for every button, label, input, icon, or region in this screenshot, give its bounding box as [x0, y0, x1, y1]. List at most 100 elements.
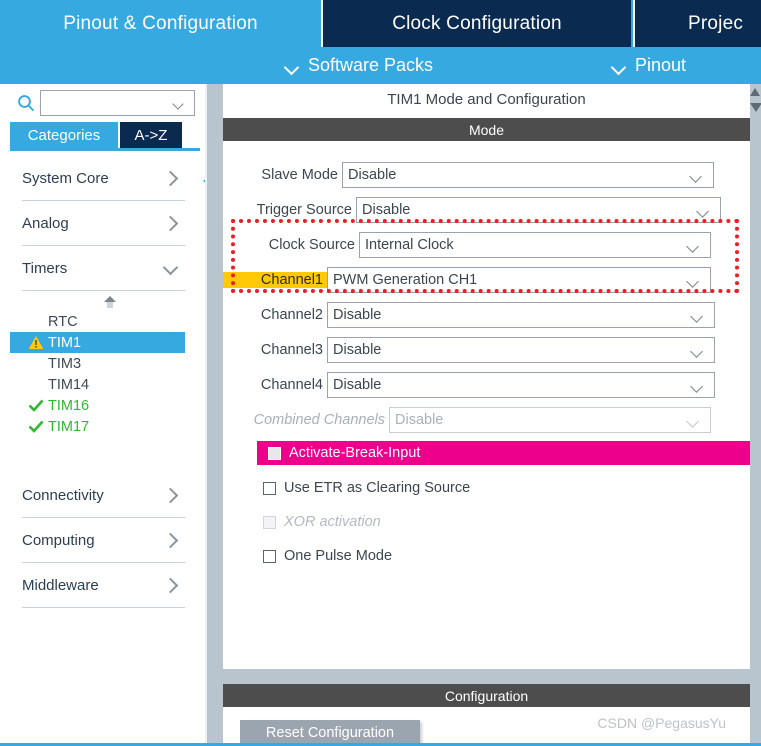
sidebar-item-middleware[interactable]: Middleware: [22, 563, 185, 608]
field-label: Clock Source: [268, 237, 355, 253]
list-item-tim14[interactable]: TIM14: [22, 374, 185, 395]
category-label: Analog: [22, 214, 69, 232]
menu-software-packs[interactable]: Software Packs: [286, 47, 433, 84]
peripheral-label: TIM14: [48, 376, 90, 393]
sub-menu-bar: Software Packs Pinout: [0, 47, 761, 84]
checkbox-box[interactable]: [268, 446, 281, 460]
section-header-mode: Mode: [223, 118, 750, 141]
dropdown-value: Disable: [395, 412, 444, 428]
checkbox-box[interactable]: [263, 549, 276, 563]
sidebar-view-tabs: Categories A->Z: [10, 122, 190, 148]
field-label: Channel4: [260, 377, 323, 393]
field-slave-mode: Slave Mode Disable: [223, 161, 714, 189]
panel-divider: [223, 669, 750, 684]
field-label: Trigger Source: [256, 202, 352, 218]
search-input[interactable]: [40, 90, 195, 116]
peripheral-label: RTC: [48, 313, 78, 330]
app-root: Pinout & Configuration Clock Configurati…: [0, 0, 761, 746]
category-label: Connectivity: [22, 486, 104, 504]
tab-project-manager[interactable]: Projec: [633, 0, 761, 47]
list-item-rtc[interactable]: RTC: [22, 311, 185, 332]
trigger-source-dropdown[interactable]: Disable: [356, 197, 721, 223]
sidebar-item-analog[interactable]: Analog: [22, 201, 185, 246]
sidebar-item-system-core[interactable]: System Core: [22, 156, 185, 201]
field-combined-channels: Combined Channels Disable: [223, 406, 711, 434]
section-header-configuration: Configuration: [223, 684, 750, 707]
category-label: System Core: [22, 169, 109, 187]
checkbox-use-etr-as-clearing-source[interactable]: Use ETR as Clearing Source: [263, 476, 470, 500]
list-item-tim16[interactable]: TIM16: [22, 395, 185, 416]
list-item-tim3[interactable]: TIM3: [22, 353, 185, 374]
field-channel4: Channel4 Disable: [223, 371, 715, 399]
panel-splitter[interactable]: [207, 84, 223, 746]
mode-body: Slave Mode Disable Trigger Source Disabl…: [223, 141, 761, 669]
chevron-down-icon[interactable]: [174, 100, 185, 107]
field-trigger-source: Trigger Source Disable: [223, 196, 721, 224]
checkbox-label: Use ETR as Clearing Source: [284, 480, 471, 496]
channel4-dropdown[interactable]: Disable: [327, 372, 715, 398]
checkbox-box[interactable]: [263, 481, 276, 495]
chevron-down-icon: [164, 262, 176, 274]
peripheral-label: TIM17: [48, 418, 90, 435]
tab-categories[interactable]: Categories: [10, 122, 118, 148]
warning-icon: [28, 336, 44, 349]
chevron-down-icon: [688, 277, 700, 285]
checkbox-label: Activate-Break-Input: [289, 445, 421, 461]
chevron-down-icon: [692, 347, 704, 355]
checkbox-activate-break-input[interactable]: Activate-Break-Input: [257, 441, 761, 465]
scroll-up-arrow-icon[interactable]: [750, 88, 760, 96]
watermark-text: CSDN @PegasusYu: [597, 715, 726, 731]
channel2-dropdown[interactable]: Disable: [327, 302, 715, 328]
right-scroll-strip[interactable]: [750, 84, 761, 746]
dropdown-value: Disable: [333, 377, 382, 393]
field-label: Channel2: [260, 307, 323, 323]
channel3-dropdown[interactable]: Disable: [327, 337, 715, 363]
checkbox-one-pulse-mode[interactable]: One Pulse Mode: [263, 544, 392, 568]
chevron-down-icon: [688, 242, 700, 250]
slave-mode-dropdown[interactable]: Disable: [342, 162, 714, 188]
chevron-down-icon: [691, 172, 703, 180]
clock-source-dropdown[interactable]: Internal Clock: [359, 232, 711, 258]
field-clock-source: Clock Source Internal Clock: [223, 231, 711, 259]
field-label-highlighted: Channel1: [223, 272, 327, 288]
menu-pinout[interactable]: Pinout: [613, 47, 686, 84]
dropdown-value: Disable: [333, 307, 382, 323]
checkbox-label: One Pulse Mode: [284, 548, 393, 564]
chevron-down-icon: [613, 62, 626, 70]
menu-label: Software Packs: [308, 55, 434, 75]
dropdown-value: Internal Clock: [365, 237, 454, 253]
checkbox-label: XOR activation: [284, 514, 381, 530]
tab-label: Categories: [27, 126, 101, 144]
chevron-right-icon: [164, 172, 176, 184]
tab-label: Pinout & Configuration: [63, 12, 258, 34]
list-item-tim1[interactable]: TIM1: [10, 332, 185, 353]
checkbox-box: [263, 515, 276, 529]
category-label: Timers: [22, 259, 68, 277]
check-icon: [28, 399, 44, 412]
category-label: Computing: [22, 531, 95, 549]
peripheral-label: TIM1: [48, 334, 82, 351]
tab-pinout-and-configuration[interactable]: Pinout & Configuration: [0, 0, 321, 47]
channel1-dropdown[interactable]: PWM Generation CH1: [327, 267, 711, 293]
tab-clock-configuration[interactable]: Clock Configuration: [321, 0, 631, 47]
field-label: Combined Channels: [253, 412, 385, 428]
chevron-right-icon: [164, 534, 176, 546]
field-channel2: Channel2 Disable: [223, 301, 715, 329]
sidebar-item-computing[interactable]: Computing: [22, 518, 185, 563]
field-channel3: Channel3 Disable: [223, 336, 715, 364]
sidebar-item-connectivity[interactable]: Connectivity: [22, 473, 185, 518]
left-sidebar: Categories A->Z System Core Analog Timer…: [0, 84, 221, 746]
tab-a-to-z[interactable]: A->Z: [120, 122, 182, 148]
category-label: Middleware: [22, 576, 99, 594]
check-icon: [28, 420, 44, 433]
main-tab-bar: Pinout & Configuration Clock Configurati…: [0, 0, 761, 47]
search-row: [0, 88, 207, 118]
scroll-down-arrow-icon[interactable]: [750, 103, 761, 112]
list-item-tim17[interactable]: TIM17: [22, 416, 185, 437]
list-scroll-up-handle[interactable]: [0, 291, 207, 311]
tab-label: Projec: [688, 12, 744, 34]
sidebar-item-timers[interactable]: Timers: [22, 246, 185, 291]
tab-label: Clock Configuration: [392, 12, 562, 34]
dropdown-value: Disable: [333, 342, 382, 358]
